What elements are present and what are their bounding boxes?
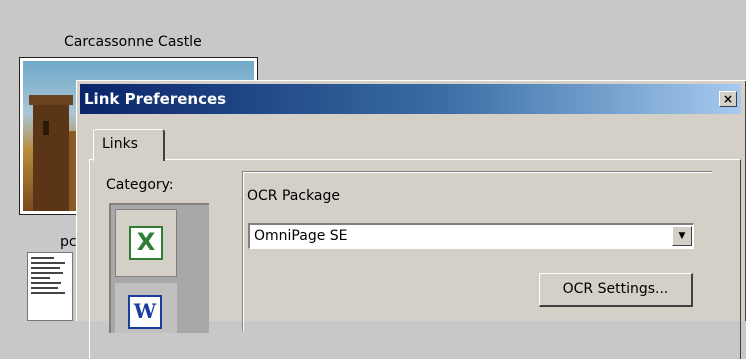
dialog-titlebar[interactable]: Link Preferences ×	[80, 84, 741, 114]
ocr-package-select[interactable]: OmniPage SE ▼	[248, 223, 694, 249]
document-caption: pc	[60, 234, 77, 250]
category-item-word[interactable]: W	[115, 283, 177, 333]
dialog-title: Link Preferences	[84, 90, 227, 108]
excel-icon: X	[129, 226, 163, 260]
close-button[interactable]: ×	[719, 91, 737, 107]
document-thumbnail[interactable]	[27, 252, 73, 321]
category-label: Category:	[106, 177, 174, 193]
dropdown-button[interactable]: ▼	[672, 226, 692, 246]
close-icon: ×	[722, 92, 734, 106]
doc-text-line	[31, 262, 66, 264]
chevron-down-icon: ▼	[678, 231, 686, 241]
ocr-package-title: OCR Package	[247, 188, 341, 204]
thumbnail-caption: Carcassonne Castle	[64, 34, 202, 50]
ocr-package-value: OmniPage SE	[254, 228, 348, 244]
tab-links-label: Links	[102, 136, 138, 152]
doc-text-line	[31, 267, 60, 269]
link-preferences-dialog: Link Preferences × Links Category: X W ▲…	[76, 80, 746, 359]
category-list[interactable]: X W ▲	[109, 203, 209, 333]
doc-text-line	[31, 282, 62, 284]
word-icon: W	[128, 295, 162, 329]
category-item-excel[interactable]: X	[115, 209, 177, 277]
doc-text-line	[31, 272, 64, 274]
tab-links[interactable]: Links	[93, 129, 165, 161]
doc-text-line	[31, 277, 50, 279]
doc-text-line	[31, 287, 58, 289]
ocr-settings-button[interactable]: OCR Settings...	[539, 273, 693, 307]
doc-text-line	[31, 292, 66, 294]
doc-text-line	[31, 257, 54, 259]
